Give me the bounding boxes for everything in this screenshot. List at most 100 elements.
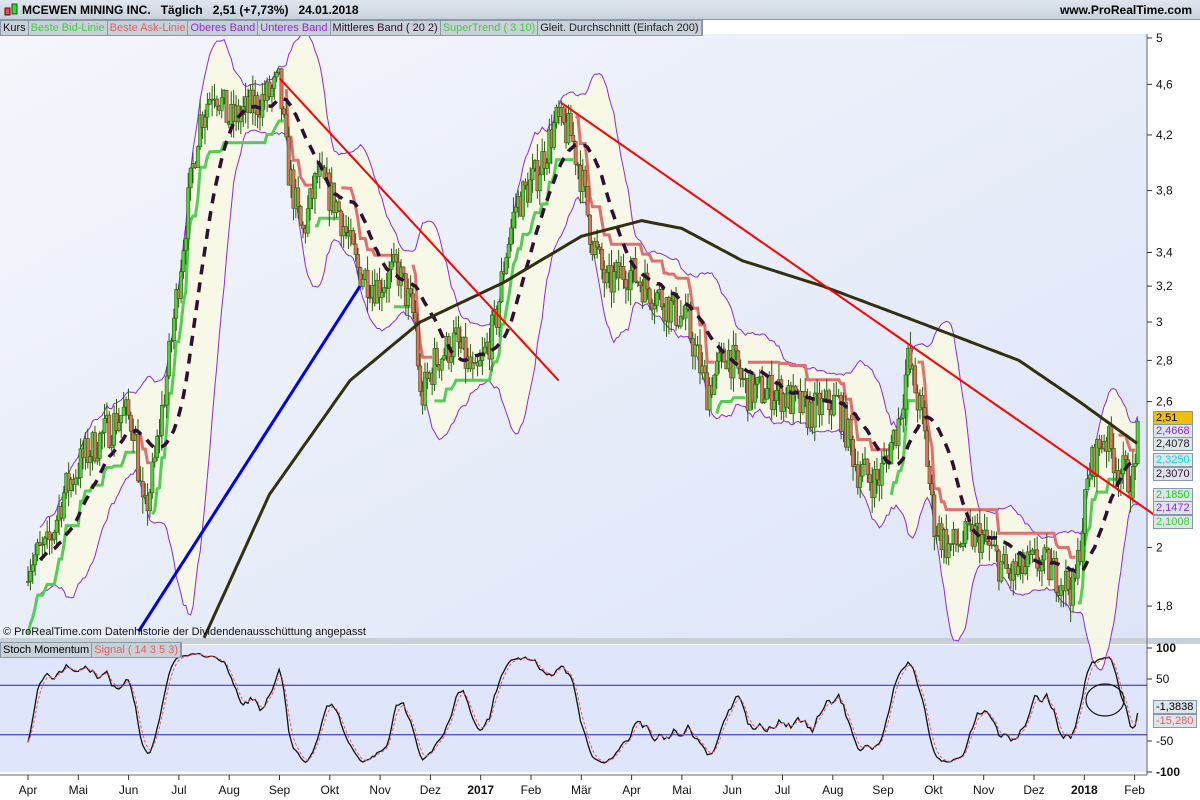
candle-body — [738, 367, 743, 379]
candle-body — [545, 162, 549, 169]
legend-item[interactable]: Oberes Band — [188, 21, 259, 35]
candle-body — [28, 570, 33, 582]
candle-body — [733, 344, 738, 352]
x-tick-label: Okt — [924, 783, 943, 797]
candle-body — [356, 254, 360, 269]
x-tick-label: Jul — [171, 783, 186, 797]
candle-body — [925, 430, 930, 467]
candle-body — [155, 436, 160, 459]
y-tick-label: 3,8 — [1156, 184, 1173, 198]
candle-body — [61, 492, 66, 519]
x-tick-label: Feb — [1124, 783, 1145, 797]
legend-item[interactable]: Mittleres Band ( 20 2) — [331, 21, 441, 35]
candle-body — [1111, 448, 1116, 474]
candle-body — [365, 269, 370, 298]
candle-body — [1016, 565, 1020, 575]
candle-body — [832, 394, 836, 416]
candle-body — [1085, 478, 1090, 491]
candle-body — [88, 456, 93, 463]
legend-item[interactable]: Gleit. Durchschnitt (Einfach 200) — [538, 21, 702, 35]
candle-body — [387, 269, 392, 289]
candle-body — [655, 292, 659, 306]
candle-body — [774, 390, 779, 401]
candle-body — [1004, 554, 1008, 569]
candle-body — [219, 97, 224, 111]
candle-body — [93, 432, 97, 462]
candle — [999, 561, 1004, 584]
x-tick-label: Okt — [320, 783, 339, 797]
candle-body — [860, 464, 865, 477]
legend-item[interactable]: SuperTrend ( 3 10) — [441, 21, 539, 35]
candle-body — [121, 406, 126, 416]
candle-body — [344, 226, 348, 233]
legend-item[interactable]: Beste Bid-Linie — [29, 21, 108, 35]
candle-body — [930, 483, 934, 496]
candle-body — [42, 537, 47, 545]
candle-body — [528, 179, 533, 203]
candle-body — [511, 211, 516, 229]
oscillator-value-box: -15,280 — [1153, 714, 1197, 728]
candle-body — [203, 116, 207, 128]
candle-body — [150, 461, 155, 494]
candle-body — [659, 289, 664, 308]
candle-body — [442, 355, 447, 360]
candle-body — [128, 414, 133, 432]
legend-item[interactable]: Beste Ask-Linie — [108, 21, 189, 35]
candle-body — [353, 243, 358, 255]
candle-body — [478, 360, 482, 367]
legend-item[interactable]: Kurs — [1, 21, 29, 35]
candle-body — [394, 253, 399, 263]
candle-body — [95, 458, 100, 462]
candle-body — [753, 383, 757, 403]
candle-body — [793, 385, 798, 392]
price-value-box: 2,1850 — [1153, 488, 1193, 502]
candle-body — [380, 291, 384, 298]
candle-body — [867, 474, 872, 483]
x-tick-label: Jul — [775, 783, 790, 797]
candle-body — [875, 469, 879, 481]
candle-body — [879, 462, 884, 486]
candle-body — [102, 418, 107, 433]
candle-body — [889, 442, 894, 465]
candle-body — [638, 281, 643, 287]
candle-body — [588, 214, 592, 245]
candle-body — [621, 265, 626, 280]
legend-item[interactable]: Unteres Band — [258, 21, 331, 35]
candle-body — [1083, 489, 1087, 534]
candle-body — [136, 433, 140, 482]
candle-body — [140, 481, 145, 498]
x-tick-label: Feb — [521, 783, 542, 797]
y-tick-label: 3,4 — [1156, 245, 1173, 259]
candle-body — [1097, 439, 1102, 449]
x-tick-label: Dez — [420, 783, 441, 797]
candle-body — [439, 358, 444, 371]
candle-body — [903, 374, 908, 410]
legend-stoch-momentum[interactable]: Stoch Momentum — [1, 643, 93, 657]
candle-body — [188, 167, 193, 189]
candle-body — [961, 543, 965, 547]
candle-body — [521, 181, 525, 217]
candle-body — [772, 400, 777, 410]
candle-body — [336, 201, 341, 212]
candle-body — [30, 564, 35, 572]
candle-body — [284, 113, 289, 138]
candle-body — [97, 433, 102, 459]
x-tick-label: Mai — [672, 783, 691, 797]
candle-body — [456, 327, 461, 343]
candle-body — [119, 415, 124, 423]
candle-body — [205, 103, 210, 118]
candle-body — [504, 257, 509, 274]
candle-body — [920, 395, 925, 409]
candle-body — [281, 108, 286, 115]
candle-body — [755, 377, 760, 385]
candle — [925, 425, 930, 467]
candle-body — [415, 321, 420, 367]
price-chart: 5 4,6 4,2 3,8 3,4 3,2 3 2,8 2,6 2 1,8 100 50 -50 -100 A… — [0, 31, 1200, 797]
legend-signal[interactable]: Signal ( 14 3 5 3) — [92, 643, 181, 657]
candle — [298, 204, 303, 226]
candle-body — [186, 187, 191, 239]
candle-body — [585, 186, 590, 216]
candle-body — [107, 414, 112, 448]
candle-body — [628, 270, 633, 291]
x-tick-label: Aug — [219, 783, 240, 797]
